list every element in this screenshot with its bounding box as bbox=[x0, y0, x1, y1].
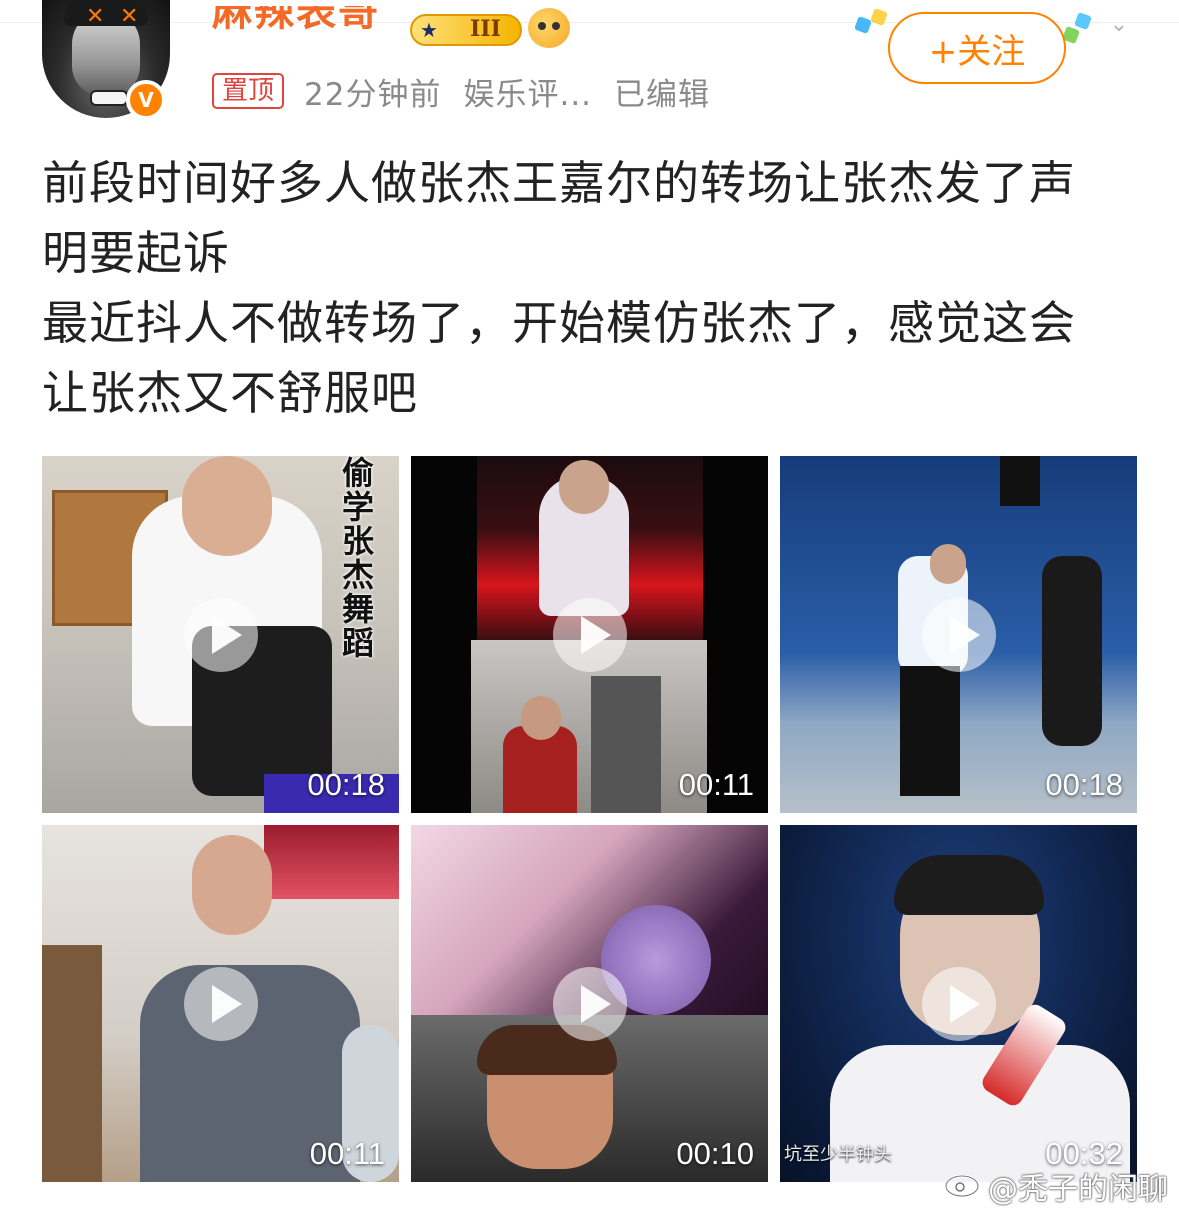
thumbnail-face bbox=[930, 544, 966, 584]
video-thumbnail[interactable]: 坑至少半钟头 00:32 bbox=[780, 825, 1137, 1182]
emoji-badge-icon[interactable] bbox=[528, 8, 570, 48]
edited-label[interactable]: 已编辑 bbox=[614, 69, 710, 114]
level-badge-icon[interactable]: ★ III bbox=[410, 14, 522, 46]
video-thumbnail[interactable]: 00:18 bbox=[780, 456, 1137, 813]
post-line: 让张杰又不舒服吧 bbox=[42, 366, 418, 420]
pinned-tag: 置顶 bbox=[212, 73, 285, 109]
play-icon[interactable] bbox=[553, 967, 627, 1041]
video-thumbnail[interactable]: 00:11 bbox=[42, 825, 399, 1182]
author-name[interactable]: 麻辣表哥 bbox=[212, 6, 380, 50]
video-duration: 00:10 bbox=[676, 1136, 754, 1171]
video-duration: 00:11 bbox=[678, 767, 754, 802]
thumbnail-trousers bbox=[900, 666, 960, 796]
play-icon[interactable] bbox=[184, 967, 258, 1041]
weibo-post-page: ✕ ✕ V 麻辣表哥 ★ III 置顶 22分钟前 娱乐评... 已编辑 +关注… bbox=[0, 0, 1179, 1209]
avatar-horn-sticker: ✕ bbox=[86, 4, 105, 29]
post-meta: 置顶 22分钟前 娱乐评... 已编辑 bbox=[212, 69, 732, 114]
thumbnail-doorway bbox=[591, 676, 661, 813]
thumbnail-inset bbox=[264, 825, 399, 899]
video-thumbnail[interactable]: 00:11 bbox=[411, 456, 768, 813]
video-overlay-text: 偷学张杰舞蹈 bbox=[341, 456, 374, 662]
video-grid: 偷学张杰舞蹈 00:18 00:11 00:18 00:11 00:10 坑至少… bbox=[42, 456, 1138, 1182]
follow-button[interactable]: +关注 bbox=[888, 12, 1066, 84]
post-line: 明要起诉 bbox=[42, 226, 230, 280]
post-time: 22分钟前 bbox=[304, 76, 442, 113]
thumbnail-hair bbox=[894, 855, 1044, 915]
video-caption: 坑至少半钟头 bbox=[784, 1144, 892, 1165]
post-line: 最近抖人不做转场了，开始模仿张杰了，感觉这会 bbox=[42, 296, 1076, 350]
video-duration: 00:11 bbox=[309, 1136, 385, 1171]
watermark: @秃子的闲聊 bbox=[988, 1172, 1168, 1207]
level-text: III bbox=[470, 16, 501, 42]
verified-icon: V bbox=[126, 80, 166, 120]
avatar-mustache-sticker bbox=[90, 90, 128, 106]
thumbnail-shelf bbox=[42, 945, 102, 1182]
level-star-icon: ★ bbox=[420, 18, 438, 42]
thumbnail-face bbox=[559, 460, 609, 514]
thumbnail-face bbox=[521, 696, 561, 740]
thumbnail-face bbox=[182, 456, 272, 556]
video-duration: 00:18 bbox=[1045, 767, 1123, 802]
avatar-horn-sticker: ✕ bbox=[120, 4, 139, 29]
thumbnail-dancer bbox=[1042, 556, 1102, 746]
play-icon[interactable] bbox=[922, 598, 996, 672]
play-icon[interactable] bbox=[553, 598, 627, 672]
play-icon[interactable] bbox=[922, 967, 996, 1041]
author-name-text[interactable]: 麻辣表哥 bbox=[212, 6, 380, 35]
post-source[interactable]: 娱乐评... bbox=[463, 69, 592, 114]
weibo-logo-icon bbox=[944, 1174, 980, 1198]
post-line: 前段时间好多人做张杰王嘉尔的转场让张杰发了声 bbox=[42, 156, 1076, 210]
more-chevron-icon[interactable]: ⌄ bbox=[1108, 14, 1130, 36]
video-thumbnail[interactable]: 00:10 bbox=[411, 825, 768, 1182]
video-duration: 00:18 bbox=[307, 767, 385, 802]
play-icon[interactable] bbox=[184, 598, 258, 672]
thumbnail-face bbox=[192, 835, 272, 935]
post-body[interactable]: 前段时间好多人做张杰王嘉尔的转场让张杰发了声 明要起诉 最近抖人不做转场了，开始… bbox=[42, 148, 1142, 428]
video-thumbnail[interactable]: 偷学张杰舞蹈 00:18 bbox=[42, 456, 399, 813]
thumbnail-silhouette bbox=[1000, 456, 1040, 506]
